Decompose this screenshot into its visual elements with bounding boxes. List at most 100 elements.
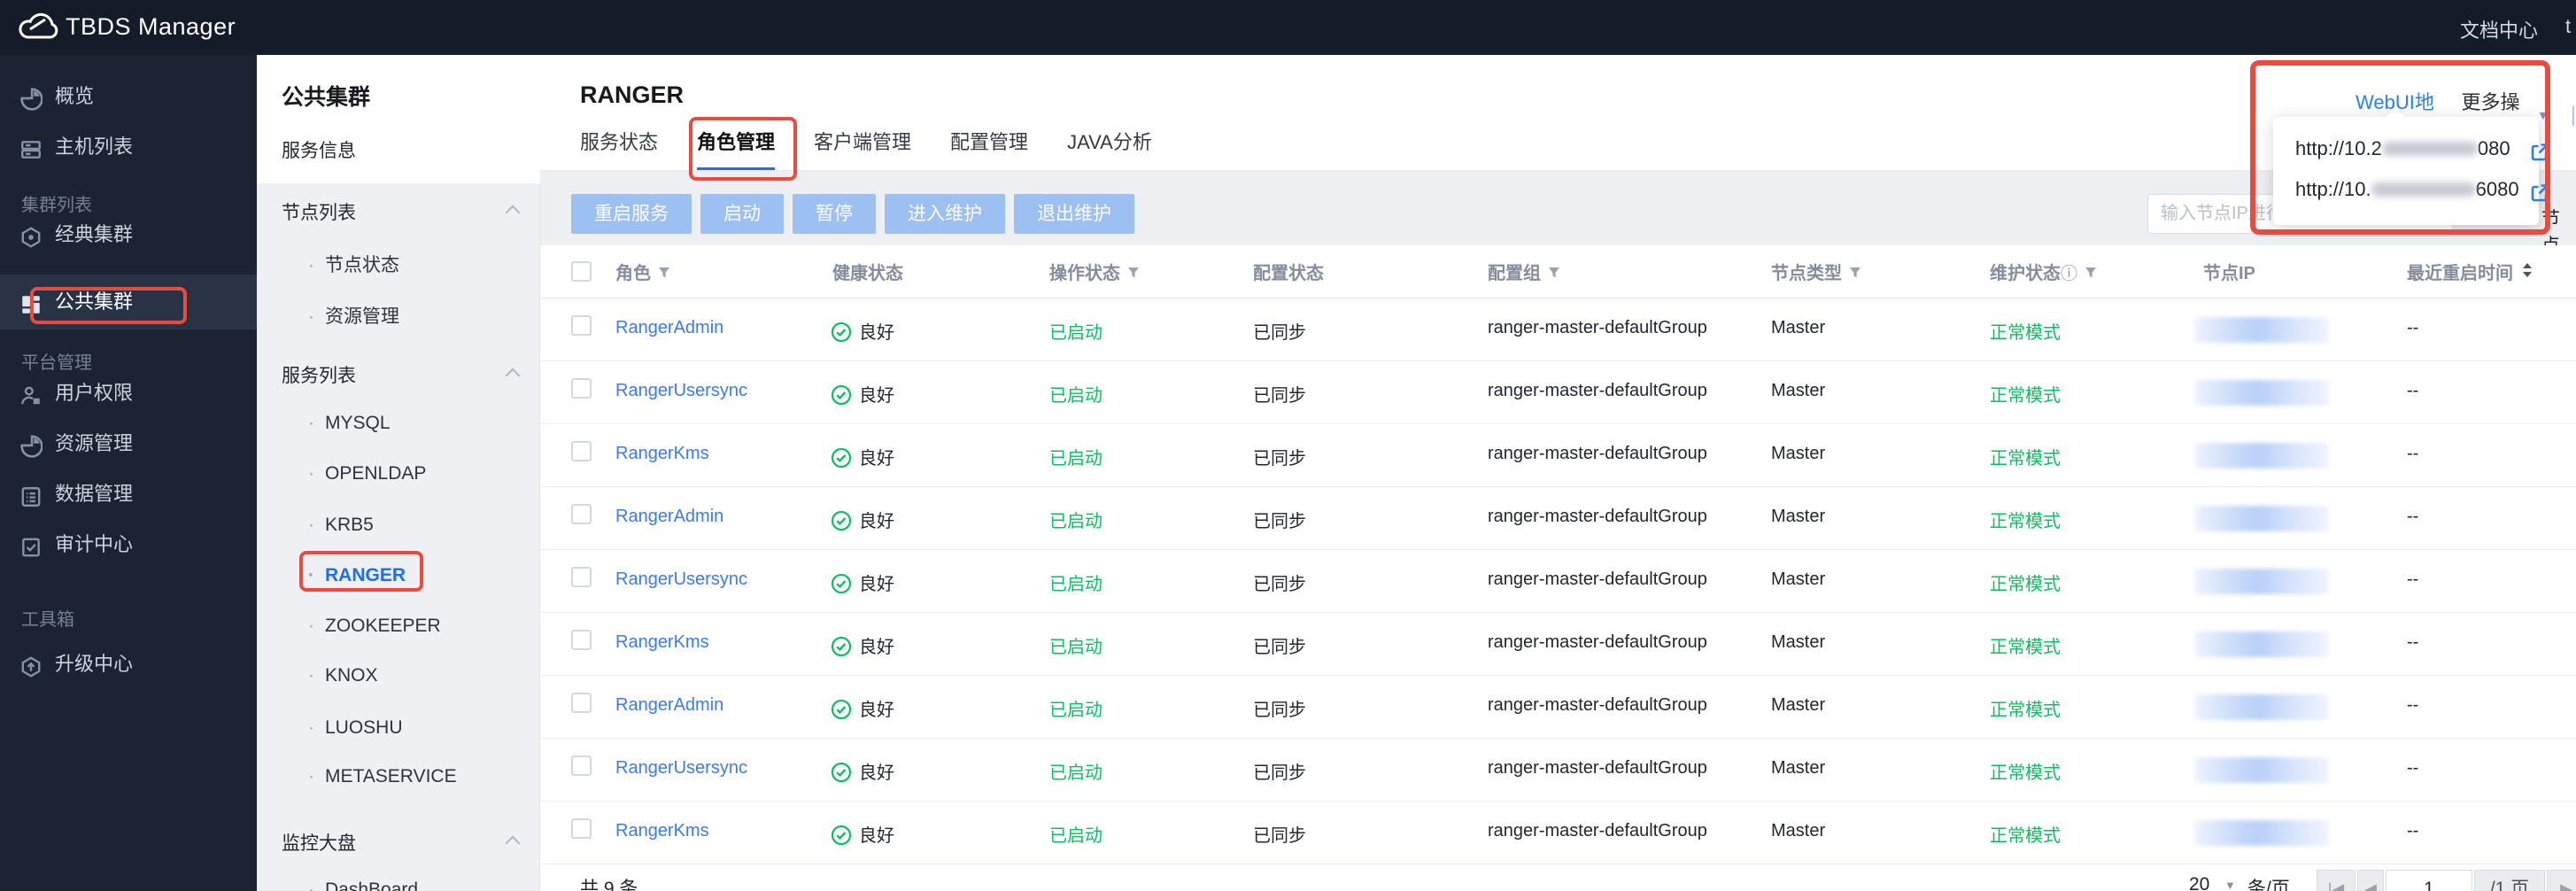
tab-role-management[interactable]: 角色管理 <box>697 119 776 171</box>
filter-funnel-icon[interactable] <box>1548 264 1560 284</box>
pagination-current-page[interactable]: 1 <box>2386 870 2472 891</box>
table-row: RangerKms 良好 已启动 已同步 ranger-master-defau… <box>540 613 2576 676</box>
filter-funnel-icon[interactable] <box>658 264 670 284</box>
maint-status: 正常模式 <box>1990 449 2061 469</box>
panel-item-node-resource[interactable]: · 资源管理 <box>308 302 399 329</box>
main-content: RANGER WebUI地址 更多操作 ▼ | 服务状态 角色管理 客户端管理 … <box>540 55 2576 891</box>
pause-button[interactable]: 暂停 <box>793 194 876 234</box>
sidebar-item-upgrade-center[interactable]: 升级中心 <box>0 645 257 684</box>
sidebar-item-public-cluster[interactable]: 公共集群 <box>0 283 257 322</box>
col-health: 健康状态 <box>832 264 903 283</box>
role-link[interactable]: RangerUsersync <box>615 381 747 401</box>
sidebar-item-classic-cluster[interactable]: 经典集群 <box>0 215 257 254</box>
sidebar-item-user-perm[interactable]: 用户权限 <box>0 374 257 413</box>
sidebar-item-overview[interactable]: 概览 <box>0 77 257 116</box>
panel-item-node-status[interactable]: · 节点状态 <box>308 251 399 277</box>
node-ip-blurred <box>2194 757 2329 783</box>
role-link[interactable]: RangerUsersync <box>615 758 747 779</box>
role-link[interactable]: RangerKms <box>615 444 709 464</box>
conf-status: 已同步 <box>1253 826 1306 846</box>
panel-item-mysql[interactable]: · MYSQL <box>308 413 391 434</box>
sidebar-item-resource-mgmt[interactable]: 资源管理 <box>0 424 257 463</box>
role-link[interactable]: RangerKms <box>615 821 709 841</box>
filter-funnel-icon[interactable] <box>2085 264 2097 284</box>
sidebar-item-data-mgmt[interactable]: 数据管理 <box>0 475 257 514</box>
health-status: 良好 <box>859 449 894 469</box>
conf-status: 已同步 <box>1253 638 1306 657</box>
row-checkbox[interactable] <box>571 630 592 650</box>
start-button[interactable]: 启动 <box>700 194 784 234</box>
role-link[interactable]: RangerAdmin <box>615 695 723 716</box>
pagination-next-button[interactable]: ▶ <box>2547 870 2576 891</box>
table-row: RangerKms 良好 已启动 已同步 ranger-master-defau… <box>540 802 2576 864</box>
restart-service-button[interactable]: 重启服务 <box>571 194 692 234</box>
node-ip-blurred <box>2194 820 2329 846</box>
row-checkbox[interactable] <box>571 567 592 587</box>
panel-item-metaservice[interactable]: · METASERVICE <box>308 766 457 787</box>
chevron-up-icon[interactable] <box>505 205 521 221</box>
panel-group-node-list[interactable]: 节点列表 <box>282 198 356 225</box>
maint-status: 正常模式 <box>1990 763 2061 783</box>
health-status: 良好 <box>859 701 894 720</box>
pagination-prev-button[interactable]: ◀ <box>2357 870 2384 891</box>
row-checkbox[interactable] <box>571 441 592 461</box>
pagination-first-button[interactable]: |◀ <box>2317 870 2356 891</box>
tab-client-management[interactable]: 客户端管理 <box>814 119 911 170</box>
panel-item-luoshu[interactable]: · LUOSHU <box>308 717 403 739</box>
row-checkbox[interactable] <box>571 504 592 524</box>
row-checkbox[interactable] <box>571 315 592 336</box>
panel-item-service-info[interactable]: 服务信息 <box>282 136 356 163</box>
sidebar-section-toolbox: 工具箱 <box>21 610 74 630</box>
panel-item-openldap[interactable]: · OPENLDAP <box>308 463 426 484</box>
select-all-checkbox[interactable] <box>571 261 592 282</box>
sort-icon[interactable] <box>2522 262 2533 283</box>
tab-java-analysis[interactable]: JAVA分析 <box>1067 119 1152 170</box>
service-title: RANGER <box>580 81 685 108</box>
panel-item-zookeeper[interactable]: · ZOOKEEPER <box>308 616 441 637</box>
webui-url-item[interactable]: http://10.2 080 <box>2295 131 2549 167</box>
external-link-icon[interactable] <box>2529 180 2550 215</box>
hexagon-cluster-icon <box>19 223 43 248</box>
sidebar-item-audit-center[interactable]: 审计中心 <box>0 525 257 564</box>
panel-group-monitor[interactable]: 监控大盘 <box>282 829 356 856</box>
caret-down-icon[interactable]: ▼ <box>2537 108 2549 122</box>
info-icon[interactable]: ⓘ <box>2061 265 2077 283</box>
row-checkbox[interactable] <box>571 755 592 776</box>
caret-down-icon[interactable]: ▼ <box>2224 879 2236 891</box>
row-checkbox[interactable] <box>571 693 592 713</box>
row-checkbox[interactable] <box>571 378 592 399</box>
op-status: 已启动 <box>1049 386 1102 406</box>
doc-center-link[interactable]: 文档中心 <box>2460 15 2538 43</box>
tab-config-management[interactable]: 配置管理 <box>950 119 1028 170</box>
role-link[interactable]: RangerAdmin <box>615 318 723 338</box>
panel-title: 公共集群 <box>282 85 371 110</box>
panel-group-service-list[interactable]: 服务列表 <box>282 361 356 388</box>
panel-item-krb5[interactable]: · KRB5 <box>308 515 374 536</box>
table-header: 角色 健康状态 操作状态 配置状态 配置组 节点类型 维护状态ⓘ 节点IP 最近… <box>540 245 2576 298</box>
filter-funnel-icon[interactable] <box>1849 264 1861 284</box>
webui-url-item[interactable]: http://10. 6080 <box>2295 172 2549 207</box>
role-link[interactable]: RangerUsersync <box>615 569 747 590</box>
chevron-up-icon[interactable] <box>505 368 521 384</box>
table-row: RangerAdmin 良好 已启动 已同步 ranger-master-def… <box>540 487 2576 550</box>
node-ip-blurred <box>2194 631 2329 657</box>
panel-item-knox[interactable]: · KNOX <box>308 665 378 686</box>
filter-funnel-icon[interactable] <box>1127 264 1140 284</box>
role-link[interactable]: RangerAdmin <box>615 507 723 527</box>
tab-service-status[interactable]: 服务状态 <box>580 119 658 170</box>
enter-maintenance-button[interactable]: 进入维护 <box>885 194 1005 234</box>
sidebar-item-hosts[interactable]: 主机列表 <box>0 128 257 167</box>
row-checkbox[interactable] <box>571 818 592 839</box>
blurred-ip-segment <box>2381 142 2478 156</box>
top-bar: TBDS Manager 文档中心 t <box>0 0 2576 55</box>
chevron-up-icon[interactable] <box>505 835 521 851</box>
exit-maintenance-button[interactable]: 退出维护 <box>1014 194 1134 234</box>
user-menu-partial[interactable]: t <box>2565 15 2571 38</box>
restart-time: -- <box>2407 381 2419 400</box>
external-link-icon[interactable] <box>2529 139 2550 174</box>
panel-item-dashboard[interactable]: · DashBoard <box>308 879 418 891</box>
conf-status: 已同步 <box>1253 763 1306 783</box>
page-size-select[interactable]: 20 <box>2189 874 2209 891</box>
role-link[interactable]: RangerKms <box>615 632 709 653</box>
panel-item-ranger[interactable]: · RANGER <box>308 565 406 586</box>
